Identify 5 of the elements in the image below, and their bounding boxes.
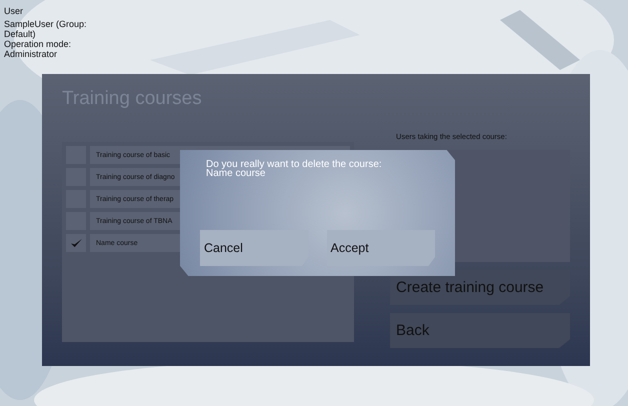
operation-mode: Operation mode: Administrator [4,39,72,59]
dialog-course-name: Name course [206,169,266,178]
dialog-message: Do you really want to delete the course: [206,160,383,169]
user-name: SampleUser (Group: Default) [4,19,88,39]
user-label: User [4,6,24,16]
